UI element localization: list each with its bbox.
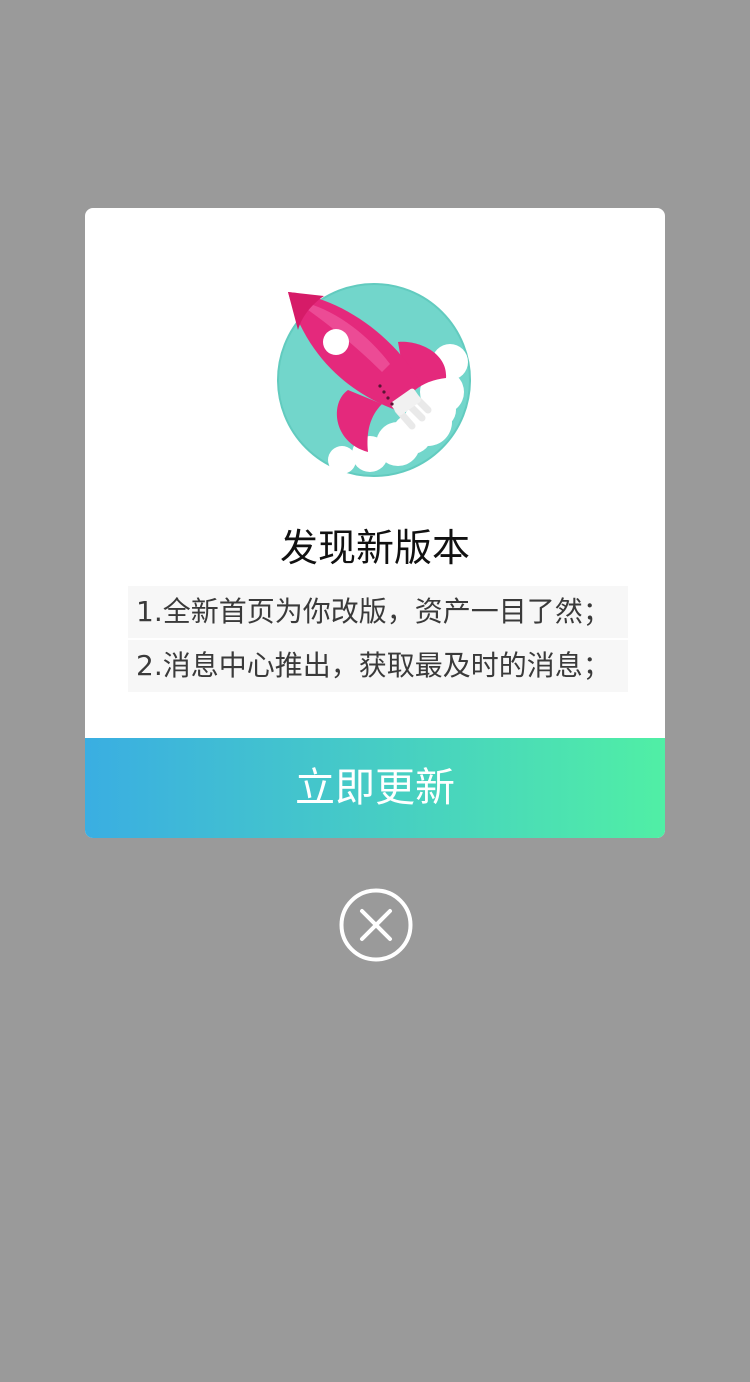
release-notes: 1.全新首页为你改版，资产一目了然； 2.消息中心推出，获取最及时的消息； — [128, 586, 628, 694]
release-note-item: 1.全新首页为你改版，资产一目了然； — [128, 586, 628, 638]
close-circle-icon[interactable] — [339, 888, 413, 962]
update-now-button[interactable]: 立即更新 — [85, 738, 665, 838]
dialog-title: 发现新版本 — [279, 526, 470, 570]
release-note-item: 2.消息中心推出，获取最及时的消息； — [128, 640, 628, 692]
rocket-icon — [276, 282, 472, 478]
